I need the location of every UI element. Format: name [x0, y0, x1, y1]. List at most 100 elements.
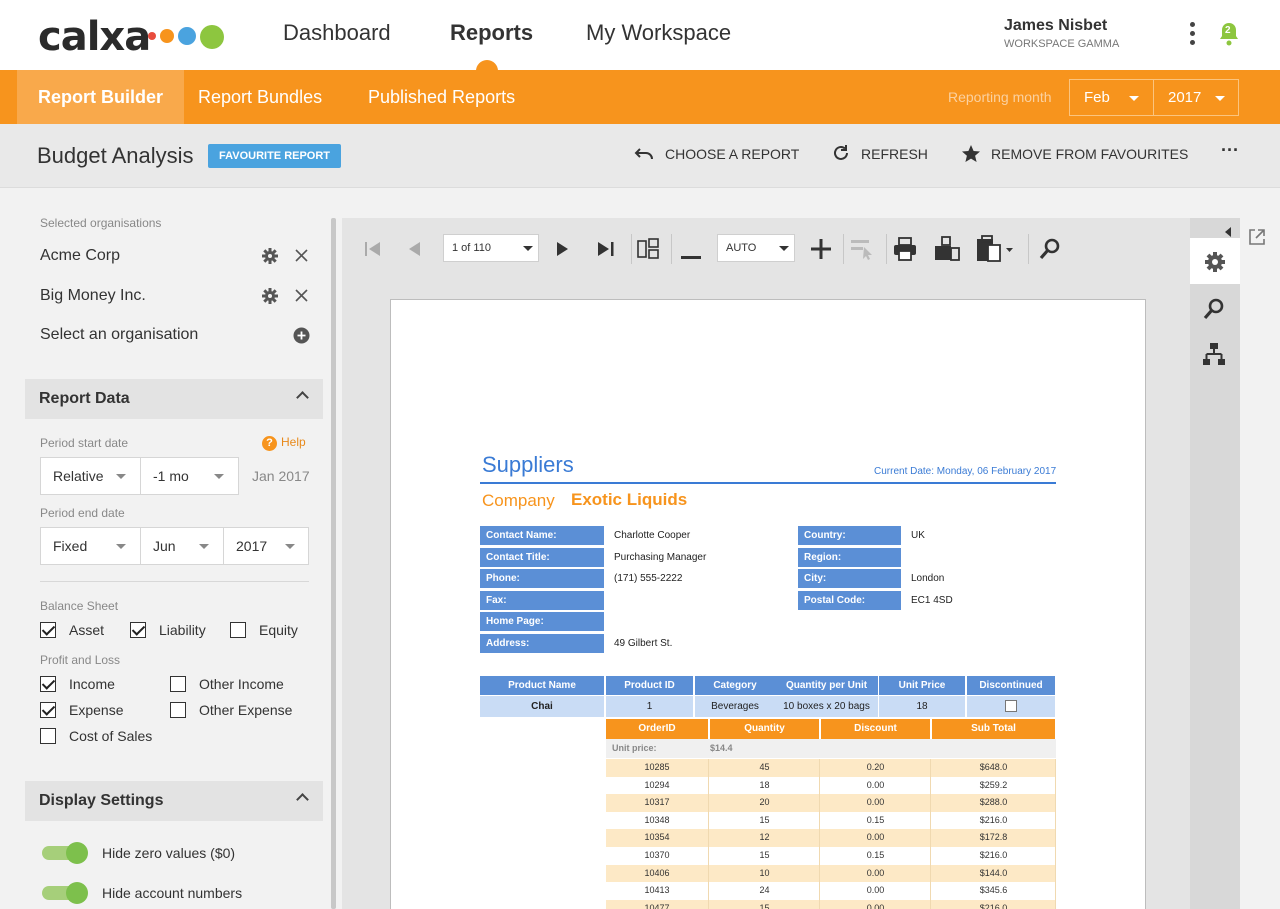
- print-icon[interactable]: [893, 237, 917, 266]
- product-cell: 18: [879, 696, 966, 717]
- field-value: [911, 548, 1051, 567]
- period-start-label: Period start date: [40, 436, 129, 450]
- page-select[interactable]: 1 of 110: [443, 234, 539, 262]
- gear-icon[interactable]: [262, 248, 278, 269]
- year-select[interactable]: 2017: [1153, 79, 1239, 116]
- order-row: 10317 20 0.00 $288.0: [606, 794, 1056, 812]
- cost-of-sales-checkbox[interactable]: [40, 728, 56, 744]
- close-icon[interactable]: [295, 249, 308, 267]
- field-value: UK: [911, 530, 925, 541]
- search-icon[interactable]: [1039, 238, 1061, 265]
- report-data-section-header[interactable]: Report Data: [25, 379, 323, 419]
- hide-account-numbers-toggle[interactable]: [42, 882, 88, 904]
- field-label: Address:: [480, 634, 604, 653]
- report-title: Suppliers: [482, 452, 574, 477]
- display-settings-heading: Display Settings: [39, 792, 164, 809]
- liability-checkbox[interactable]: [130, 622, 146, 638]
- gear-icon[interactable]: [262, 288, 278, 309]
- nav-my-workspace[interactable]: My Workspace: [586, 20, 731, 46]
- display-settings-section-header[interactable]: Display Settings: [25, 781, 323, 821]
- field-value: (171) 555-2222: [614, 573, 683, 585]
- open-external-icon[interactable]: [1248, 228, 1266, 251]
- refresh-button[interactable]: REFRESH: [832, 145, 928, 162]
- order-cell: $288.0: [932, 794, 1056, 812]
- nav-reports[interactable]: Reports: [450, 20, 533, 46]
- month-select[interactable]: Feb: [1069, 79, 1154, 116]
- order-cell: 24: [710, 882, 820, 900]
- hide-zero-toggle[interactable]: [42, 842, 88, 864]
- tab-report-builder[interactable]: Report Builder: [17, 70, 185, 124]
- multi-page-view-icon[interactable]: [637, 238, 659, 265]
- previous-page-icon[interactable]: [407, 241, 421, 262]
- sidebar-settings-tab[interactable]: [1190, 238, 1240, 284]
- order-column-header: Discount: [821, 719, 931, 739]
- order-cell: 12: [710, 829, 820, 847]
- start-offset-select[interactable]: -1 mo: [140, 457, 239, 495]
- column-header: Discontinued: [967, 676, 1056, 695]
- close-icon[interactable]: [295, 289, 308, 307]
- remove-favourites-button[interactable]: REMOVE FROM FAVOURITES: [961, 145, 1188, 162]
- income-checkbox[interactable]: [40, 676, 56, 692]
- order-cell: $259.2: [932, 776, 1056, 795]
- more-menu-icon[interactable]: [1190, 22, 1196, 48]
- product-cell: [967, 696, 1056, 717]
- tab-published-reports[interactable]: Published Reports: [347, 70, 536, 124]
- toolbar-divider: [671, 234, 672, 264]
- org-item-big-money[interactable]: Big Money Inc.: [40, 287, 146, 305]
- pnl-label: Profit and Loss: [40, 653, 121, 667]
- order-cell: 0.00: [821, 829, 931, 847]
- help-icon: ?: [262, 436, 277, 451]
- zoom-out-icon[interactable]: [681, 247, 701, 265]
- left-panel-scrollbar[interactable]: [331, 218, 336, 909]
- title-more-button[interactable]: ···: [1221, 140, 1239, 161]
- other-income-checkbox[interactable]: [170, 676, 186, 692]
- order-cell: 10285: [606, 759, 709, 777]
- company-name: Exotic Liquids: [571, 490, 688, 509]
- zoom-select[interactable]: AUTO: [717, 234, 795, 262]
- order-column-header: Quantity: [710, 719, 820, 739]
- field-label: Fax:: [480, 590, 604, 610]
- nav-dashboard[interactable]: Dashboard: [283, 20, 391, 46]
- export-icon[interactable]: [976, 235, 1016, 268]
- first-page-icon[interactable]: [364, 241, 382, 262]
- column-header: Product ID: [606, 676, 694, 695]
- add-circle-icon[interactable]: [293, 327, 310, 349]
- select-tool-icon[interactable]: [850, 237, 876, 266]
- tab-report-bundles[interactable]: Report Bundles: [177, 70, 343, 124]
- last-page-icon[interactable]: [597, 241, 615, 262]
- help-link[interactable]: ? Help: [262, 435, 306, 451]
- user-name[interactable]: James Nisbet: [1004, 17, 1107, 35]
- end-month-select[interactable]: Jun: [140, 527, 224, 565]
- asset-checkbox[interactable]: [40, 622, 56, 638]
- order-cell: 15: [710, 847, 820, 865]
- expense-checkbox[interactable]: [40, 702, 56, 718]
- sidebar-search-icon[interactable]: [1203, 298, 1225, 325]
- end-year-select[interactable]: 2017: [223, 527, 309, 565]
- org-item-acme[interactable]: Acme Corp: [40, 247, 120, 265]
- order-cell: 10348: [606, 811, 709, 830]
- choose-report-button[interactable]: CHOOSE A REPORT: [634, 146, 799, 162]
- document-map-icon[interactable]: [1202, 342, 1226, 371]
- top-navigation: calxa Dashboard Reports My Workspace Jam…: [0, 0, 1280, 82]
- next-page-icon[interactable]: [556, 241, 570, 262]
- cost-of-sales-label: Cost of Sales: [69, 728, 153, 744]
- select-org-link[interactable]: Select an organisation: [40, 326, 198, 344]
- zoom-in-icon[interactable]: [811, 239, 831, 264]
- end-mode-select[interactable]: Fixed: [40, 527, 141, 565]
- start-mode-select[interactable]: Relative: [40, 457, 141, 495]
- field-label: Phone:: [480, 569, 604, 589]
- notification-bell-icon[interactable]: 2: [1218, 21, 1240, 47]
- equity-checkbox[interactable]: [230, 622, 246, 638]
- hide-account-numbers-label: Hide account numbers: [102, 885, 243, 901]
- product-cell: 1: [606, 696, 694, 717]
- order-cell: 0.00: [821, 864, 931, 883]
- other-expense-label: Other Expense: [199, 702, 293, 718]
- calxa-logo[interactable]: calxa: [38, 14, 151, 60]
- order-cell: 10370: [606, 847, 709, 865]
- selected-orgs-label: Selected organisations: [40, 216, 162, 230]
- print-page-icon[interactable]: [934, 236, 960, 267]
- other-expense-checkbox[interactable]: [170, 702, 186, 718]
- field-value: [614, 591, 794, 610]
- toolbar-divider: [886, 234, 887, 264]
- order-row: 10348 15 0.15 $216.0: [606, 811, 1056, 830]
